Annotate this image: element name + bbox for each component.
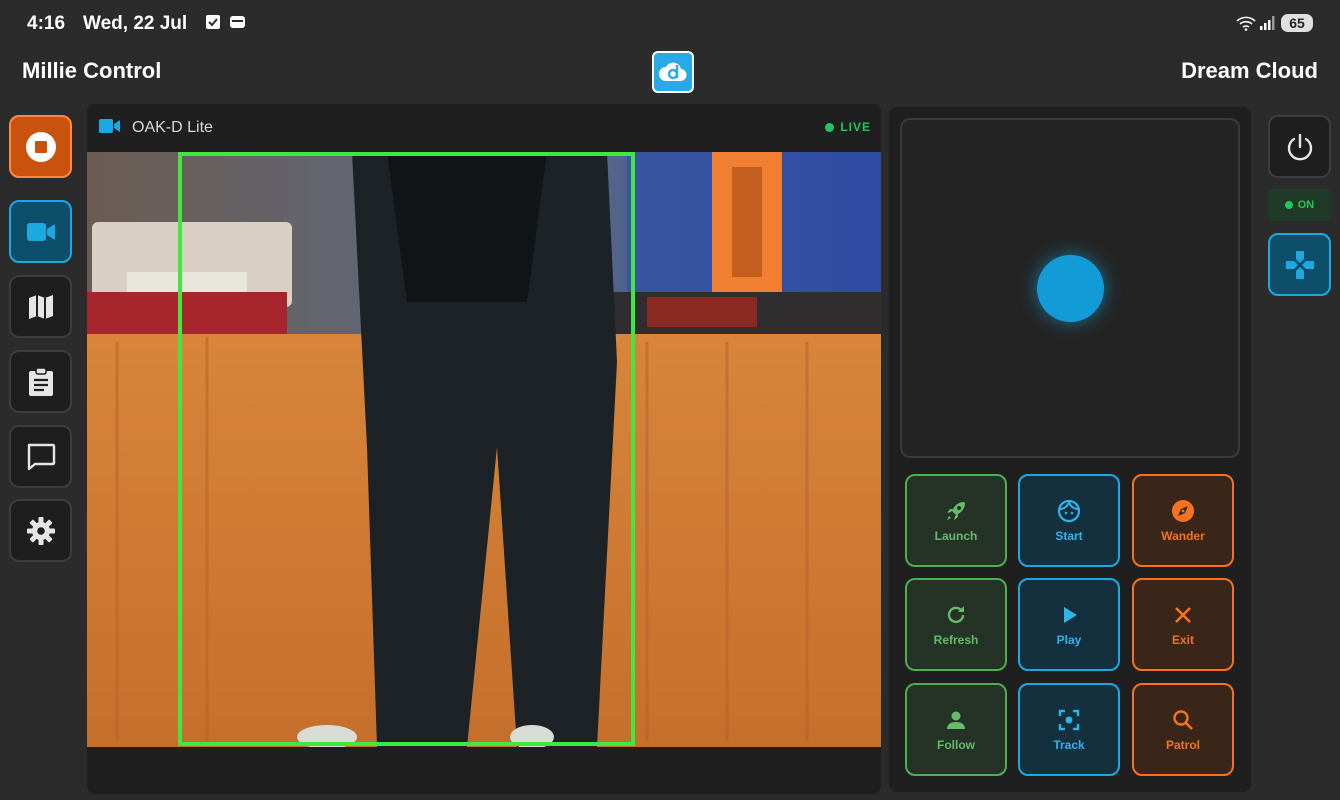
- gamepad-button[interactable]: [1268, 233, 1331, 296]
- stop-button[interactable]: [9, 115, 72, 178]
- face-icon: [1057, 499, 1081, 522]
- exit-label: Exit: [1171, 632, 1194, 647]
- sidebar-item-chat[interactable]: [9, 425, 72, 488]
- camera-feed[interactable]: [87, 152, 881, 747]
- center-focus-icon: [1058, 709, 1080, 730]
- joystick-pad[interactable]: [900, 118, 1240, 458]
- refresh-icon: [947, 605, 965, 623]
- sidebar-item-settings[interactable]: [9, 499, 72, 562]
- stop-icon: [25, 131, 56, 162]
- power-icon: [1287, 133, 1312, 160]
- play-icon: [1064, 606, 1077, 623]
- joystick-knob[interactable]: [1037, 255, 1104, 322]
- power-button[interactable]: [1268, 115, 1331, 178]
- chat-icon: [27, 443, 55, 470]
- compass-icon: [1172, 499, 1194, 522]
- launch-label: Launch: [934, 528, 978, 543]
- wifi-icon: [1236, 15, 1256, 36]
- follow-label: Follow: [937, 737, 975, 752]
- app-title: Millie Control: [22, 58, 162, 83]
- videocam-icon: [26, 222, 55, 241]
- search-icon: [1173, 709, 1193, 730]
- cloud-title: Dream Cloud: [1181, 58, 1318, 83]
- status-time: 4:16: [27, 13, 66, 34]
- launch-button[interactable]: Launch: [905, 474, 1007, 567]
- start-label: Start: [1055, 528, 1083, 543]
- power-status-badge: ON: [1268, 189, 1331, 221]
- wallet-icon: [229, 14, 246, 35]
- status-bar: 4:16 Wed, 22 Jul 65: [0, 0, 1340, 46]
- gear-icon: [26, 516, 55, 545]
- refresh-button[interactable]: Refresh: [905, 578, 1007, 671]
- signal-icon: [1259, 15, 1276, 36]
- exit-button[interactable]: Exit: [1132, 578, 1234, 671]
- refresh-label: Refresh: [933, 632, 979, 647]
- dream-cloud-logo: [652, 51, 694, 93]
- follow-button[interactable]: Follow: [905, 683, 1007, 776]
- control-panel: Launch Start Wander Refresh Play Exit Fo…: [889, 107, 1251, 792]
- status-date: Wed, 22 Jul: [83, 13, 188, 34]
- sidebar-item-map[interactable]: [9, 275, 72, 338]
- power-status-label: ON: [1297, 199, 1315, 211]
- camera-title: OAK-D Lite: [132, 119, 213, 136]
- camera-frame-image: [87, 152, 881, 747]
- battery-indicator: 65: [1281, 14, 1313, 32]
- cloud-logo-icon: [659, 62, 687, 82]
- camera-panel: OAK-D Lite LIVE: [87, 104, 881, 794]
- person-icon: [947, 711, 965, 729]
- rocket-icon: [947, 501, 965, 520]
- track-label: Track: [1053, 737, 1085, 752]
- live-dot: [825, 122, 835, 132]
- patrol-button[interactable]: Patrol: [1132, 683, 1234, 776]
- live-label: LIVE: [840, 120, 871, 134]
- wander-label: Wander: [1161, 528, 1205, 543]
- videocam-icon: [99, 118, 121, 139]
- live-indicator: LIVE: [825, 120, 871, 134]
- checkbox-icon: [205, 14, 221, 35]
- app-root: 4:16 Wed, 22 Jul 65 Millie Control Dream…: [0, 0, 1340, 800]
- sidebar-item-camera[interactable]: [9, 200, 72, 263]
- start-button[interactable]: Start: [1018, 474, 1120, 567]
- map-icon: [28, 294, 53, 319]
- close-icon: [1175, 606, 1191, 623]
- camera-header: OAK-D Lite LIVE: [87, 104, 881, 152]
- play-button[interactable]: Play: [1018, 578, 1120, 671]
- wander-button[interactable]: Wander: [1132, 474, 1234, 567]
- track-button[interactable]: Track: [1018, 683, 1120, 776]
- patrol-label: Patrol: [1165, 737, 1200, 752]
- gamepad-icon: [1285, 250, 1314, 279]
- clipboard-icon: [28, 366, 53, 396]
- play-label: Play: [1056, 632, 1082, 647]
- status-dot: [1284, 201, 1293, 209]
- sidebar-item-tasks[interactable]: [9, 350, 72, 413]
